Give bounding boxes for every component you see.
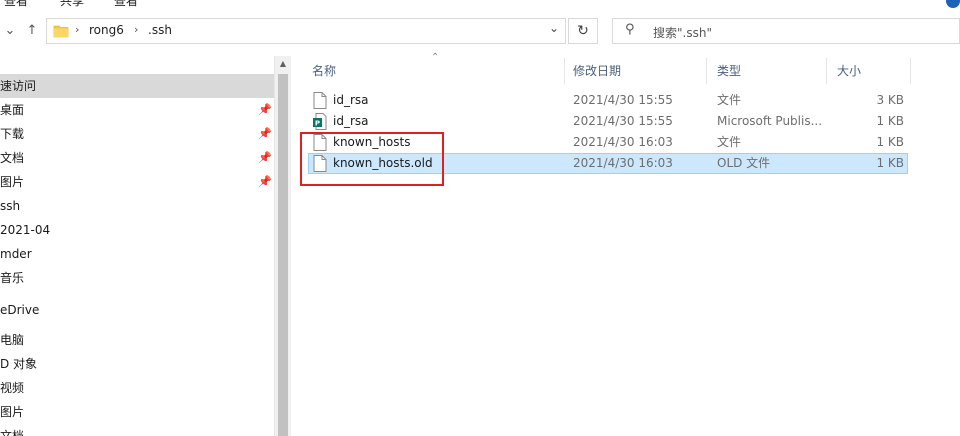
nav-item-label: ssh bbox=[0, 199, 21, 213]
nav-item-label: 速访问 bbox=[0, 79, 37, 93]
file-size: 1 KB bbox=[876, 156, 904, 170]
nav-item-onedrive[interactable]: eDrive bbox=[0, 298, 274, 322]
nav-item-cmder[interactable]: mder bbox=[0, 242, 274, 266]
column-header-type[interactable]: 类型 bbox=[705, 56, 825, 86]
nav-item-quick-access[interactable]: 速访问 bbox=[0, 74, 274, 98]
nav-item-videos[interactable]: 视频 bbox=[0, 376, 274, 400]
generic-file-icon bbox=[313, 92, 327, 109]
scroll-up-arrow-icon[interactable]: ▲ bbox=[275, 56, 291, 72]
navigation-pane: 速访问 桌面 📌 下载 📌 文档 📌 图片 📌 ssh 2021-04 mder 音乐 … bbox=[0, 56, 274, 436]
nav-item-label: 图片 bbox=[0, 405, 25, 419]
chevron-right-icon[interactable]: › bbox=[75, 23, 79, 36]
file-type: OLD 文件 bbox=[717, 156, 771, 170]
svg-text:P: P bbox=[315, 119, 320, 127]
column-divider[interactable] bbox=[910, 58, 911, 84]
nav-item-desktop[interactable]: 桌面 📌 bbox=[0, 98, 274, 122]
nav-item-label: 电脑 bbox=[0, 333, 25, 347]
column-header-name[interactable]: 名称 bbox=[300, 56, 564, 86]
nav-item-label: 桌面 bbox=[0, 103, 25, 117]
folder-icon bbox=[53, 25, 69, 38]
address-bar[interactable]: › rong6 › .ssh ⌄ bbox=[46, 18, 566, 44]
ribbon-tab[interactable]: 共享 bbox=[60, 0, 84, 8]
chevron-right-icon[interactable]: › bbox=[134, 23, 138, 36]
nav-item-downloads[interactable]: 下载 📌 bbox=[0, 122, 274, 146]
nav-item-label: 2021-04 bbox=[0, 223, 51, 237]
address-row: ⌄ ↑ › rong6 › .ssh ⌄ ↻ ⚲ 搜索".ssh" bbox=[0, 12, 960, 50]
nav-item-ssh[interactable]: ssh bbox=[0, 194, 274, 218]
pin-icon: 📌 bbox=[258, 127, 272, 140]
nav-item-label: D 对象 bbox=[0, 357, 38, 371]
pin-icon: 📌 bbox=[258, 151, 272, 164]
pin-icon: 📌 bbox=[258, 175, 272, 188]
file-size: 1 KB bbox=[876, 135, 904, 149]
file-modified: 2021/4/30 15:55 bbox=[573, 93, 673, 107]
ribbon-tabs: 查看 共享 查看 bbox=[0, 0, 960, 8]
refresh-icon: ↻ bbox=[577, 23, 589, 39]
nav-item-label: 图片 bbox=[0, 175, 25, 189]
ribbon-tab[interactable]: 查看 bbox=[4, 0, 28, 8]
refresh-button[interactable]: ↻ bbox=[568, 18, 598, 44]
nav-item-documents-pc[interactable]: 文档 bbox=[0, 424, 274, 436]
nav-item-pictures[interactable]: 图片 📌 bbox=[0, 170, 274, 194]
file-row[interactable]: P id_rsa 2021/4/30 15:55 Microsoft Publi… bbox=[308, 111, 908, 132]
file-modified: 2021/4/30 16:03 bbox=[573, 156, 673, 170]
nav-item-label: 文档 bbox=[0, 429, 25, 436]
file-modified: 2021/4/30 16:03 bbox=[573, 135, 673, 149]
breadcrumb-item[interactable]: rong6 bbox=[89, 23, 124, 37]
nav-item-documents[interactable]: 文档 📌 bbox=[0, 146, 274, 170]
file-name: id_rsa bbox=[333, 114, 369, 128]
file-name: id_rsa bbox=[333, 93, 369, 107]
nav-item-pictures-pc[interactable]: 图片 bbox=[0, 400, 274, 424]
help-icon[interactable] bbox=[946, 0, 960, 8]
breadcrumb-item[interactable]: .ssh bbox=[148, 23, 172, 37]
nav-item-3d-objects[interactable]: D 对象 bbox=[0, 352, 274, 376]
file-type: 文件 bbox=[717, 93, 742, 107]
search-icon: ⚲ bbox=[625, 22, 635, 37]
nav-item-label: eDrive bbox=[0, 303, 40, 317]
search-input[interactable]: 搜索".ssh" bbox=[653, 24, 712, 41]
nav-pane-scrollbar[interactable]: ▲ bbox=[274, 56, 291, 436]
nav-item-this-pc[interactable]: 电脑 bbox=[0, 328, 274, 352]
nav-item-music[interactable]: 音乐 bbox=[0, 266, 274, 290]
file-row[interactable]: id_rsa 2021/4/30 15:55 文件 3 KB bbox=[308, 90, 908, 111]
search-box[interactable]: ⚲ 搜索".ssh" bbox=[612, 18, 960, 44]
up-arrow-icon[interactable]: ↑ bbox=[22, 20, 42, 42]
nav-item-label: 视频 bbox=[0, 381, 25, 395]
column-headers: ⌃ 名称 修改日期 类型 大小 bbox=[300, 52, 912, 86]
nav-item-label: 下载 bbox=[0, 127, 25, 141]
publisher-file-icon: P bbox=[313, 113, 327, 130]
scrollbar-thumb[interactable] bbox=[278, 74, 288, 436]
nav-item-2021-04[interactable]: 2021-04 bbox=[0, 218, 274, 242]
chevron-down-icon[interactable]: ⌄ bbox=[549, 21, 559, 35]
ribbon-tab[interactable]: 查看 bbox=[114, 0, 138, 8]
file-size: 3 KB bbox=[876, 93, 904, 107]
recent-locations-chevron-icon[interactable]: ⌄ bbox=[2, 20, 18, 42]
annotation-highlight-box bbox=[300, 132, 444, 186]
nav-item-label: 音乐 bbox=[0, 271, 25, 285]
file-modified: 2021/4/30 15:55 bbox=[573, 114, 673, 128]
column-header-size[interactable]: 大小 bbox=[825, 56, 909, 86]
file-type: 文件 bbox=[717, 135, 742, 149]
pin-icon: 📌 bbox=[258, 103, 272, 116]
column-header-modified[interactable]: 修改日期 bbox=[561, 56, 704, 86]
nav-item-label: 文档 bbox=[0, 151, 25, 165]
file-size: 1 KB bbox=[876, 114, 904, 128]
file-type: Microsoft Publis... bbox=[717, 114, 823, 128]
nav-item-label: mder bbox=[0, 247, 32, 261]
